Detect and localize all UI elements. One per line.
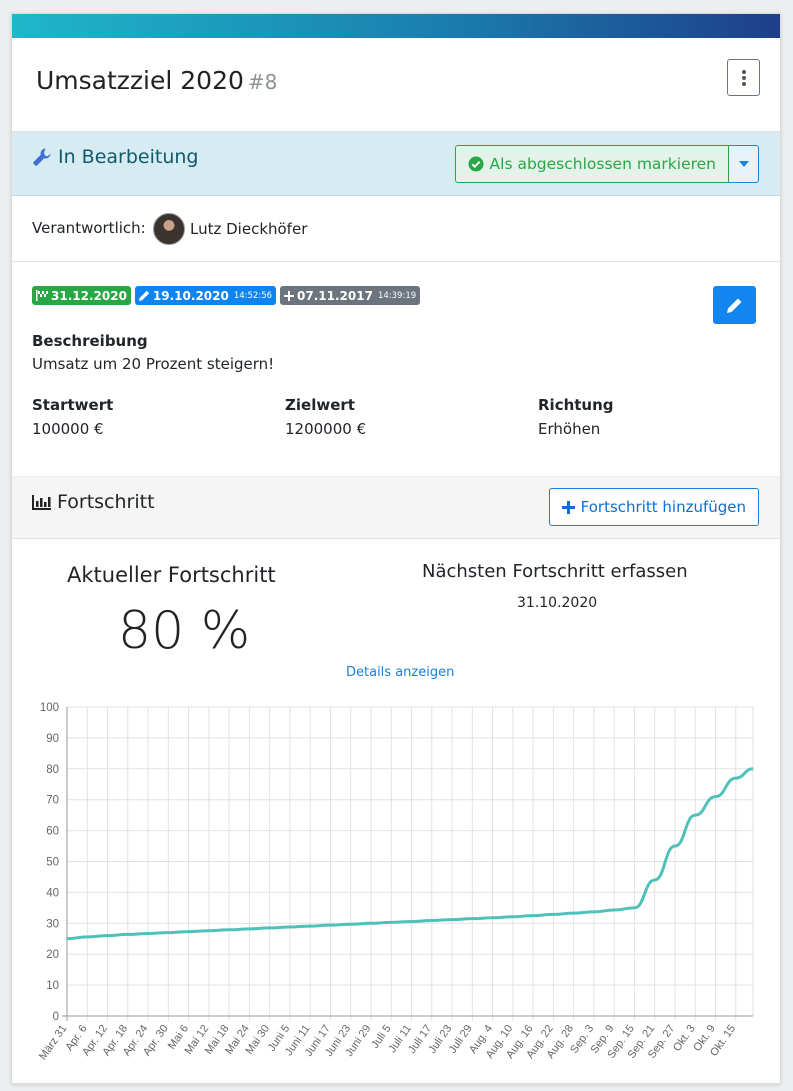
complete-button-group: Als abgeschlossen markieren bbox=[454, 145, 759, 183]
bar-chart-icon bbox=[32, 494, 51, 510]
responsible-name[interactable]: Lutz Dieckhöfer bbox=[190, 220, 307, 238]
goal-number: #8 bbox=[247, 70, 278, 94]
pencil-icon bbox=[727, 298, 742, 313]
plus-icon bbox=[561, 500, 575, 514]
page-title: Umsatzziel 2020 #8 bbox=[36, 66, 277, 95]
due-date: 31.12.2020 bbox=[51, 288, 127, 303]
wrench-icon bbox=[33, 148, 51, 166]
progress-stats: Aktueller Fortschritt 80 % Nächsten Fort… bbox=[12, 539, 780, 680]
progress-heading: Fortschritt bbox=[32, 491, 155, 513]
avatar bbox=[153, 213, 185, 245]
mark-complete-label: Als abgeschlossen markieren bbox=[489, 155, 716, 173]
goal-title: Umsatzziel 2020 bbox=[36, 66, 244, 95]
y-tick-label: 50 bbox=[46, 857, 59, 869]
description-text: Umsatz um 20 Prozent steigern! bbox=[32, 355, 275, 373]
flag-checkered-icon bbox=[36, 290, 48, 301]
responsible-row: Verantwortlich: Lutz Dieckhöfer bbox=[12, 196, 780, 262]
plus-icon bbox=[284, 290, 295, 301]
created-badge: 07.11.2017 14:39:19 bbox=[280, 286, 421, 305]
y-tick-label: 100 bbox=[40, 702, 59, 714]
details-link[interactable]: Details anzeigen bbox=[346, 665, 454, 680]
next-progress-date: 31.10.2020 bbox=[517, 595, 598, 611]
progress-heading-text: Fortschritt bbox=[57, 491, 155, 513]
y-tick-label: 40 bbox=[46, 887, 59, 899]
responsible-label: Verantwortlich: bbox=[32, 219, 146, 237]
y-tick-label: 60 bbox=[46, 826, 59, 838]
description-heading: Beschreibung bbox=[32, 332, 148, 350]
pencil-icon bbox=[138, 290, 150, 301]
check-circle-icon bbox=[468, 156, 484, 172]
target-value-label: Zielwert bbox=[285, 396, 355, 414]
target-value: 1200000 € bbox=[285, 420, 367, 438]
status-label: In Bearbeitung bbox=[32, 146, 199, 168]
add-progress-button[interactable]: Fortschritt hinzufügen bbox=[548, 488, 759, 526]
current-progress-heading: Aktueller Fortschritt bbox=[67, 563, 276, 587]
add-progress-label: Fortschritt hinzufügen bbox=[580, 498, 746, 516]
y-tick-label: 80 bbox=[46, 764, 59, 776]
complete-dropdown-toggle[interactable] bbox=[729, 145, 759, 183]
vertical-dots-icon bbox=[741, 69, 746, 86]
created-time: 14:39:19 bbox=[377, 290, 417, 301]
mark-complete-button[interactable]: Als abgeschlossen markieren bbox=[454, 145, 729, 183]
y-tick-label: 0 bbox=[53, 1011, 59, 1023]
y-tick-label: 20 bbox=[46, 949, 59, 961]
y-tick-label: 70 bbox=[46, 795, 59, 807]
more-options-button[interactable] bbox=[727, 59, 760, 96]
due-date-badge: 31.12.2020 bbox=[32, 286, 131, 305]
edited-badge: 19.10.2020 14:52:56 bbox=[134, 286, 277, 305]
edit-button[interactable] bbox=[713, 286, 756, 324]
edited-date: 19.10.2020 bbox=[152, 288, 229, 303]
date-badges: 31.12.2020 19.10.2020 14:52:56 07.11.201… bbox=[32, 286, 421, 305]
current-progress-value: 80 % bbox=[118, 601, 251, 661]
status-text: In Bearbeitung bbox=[58, 146, 199, 168]
progress-chart: 0102030405060708090100März 31Apr. 6Apr. … bbox=[37, 702, 754, 1062]
edited-time: 14:52:56 bbox=[233, 290, 273, 301]
details-section: 31.12.2020 19.10.2020 14:52:56 07.11.201… bbox=[12, 262, 780, 476]
direction-label: Richtung bbox=[538, 396, 614, 414]
direction-value: Erhöhen bbox=[538, 420, 601, 438]
caret-down-icon bbox=[738, 161, 749, 167]
y-tick-label: 90 bbox=[46, 733, 59, 745]
y-tick-label: 30 bbox=[46, 918, 59, 930]
next-progress-heading: Nächsten Fortschritt erfassen bbox=[422, 561, 688, 582]
created-date: 07.11.2017 bbox=[297, 288, 373, 303]
card-header: Umsatzziel 2020 #8 bbox=[12, 38, 780, 132]
start-value-label: Startwert bbox=[32, 396, 114, 414]
y-tick-label: 10 bbox=[46, 980, 59, 992]
color-bar bbox=[12, 14, 780, 38]
status-bar: In Bearbeitung Als abgeschlossen markier… bbox=[12, 132, 780, 196]
x-tick-label: März 31 bbox=[37, 1023, 70, 1062]
series-line bbox=[66, 767, 754, 941]
progress-header: Fortschritt Fortschritt hinzufügen bbox=[12, 476, 780, 539]
start-value: 100000 € bbox=[32, 420, 104, 438]
